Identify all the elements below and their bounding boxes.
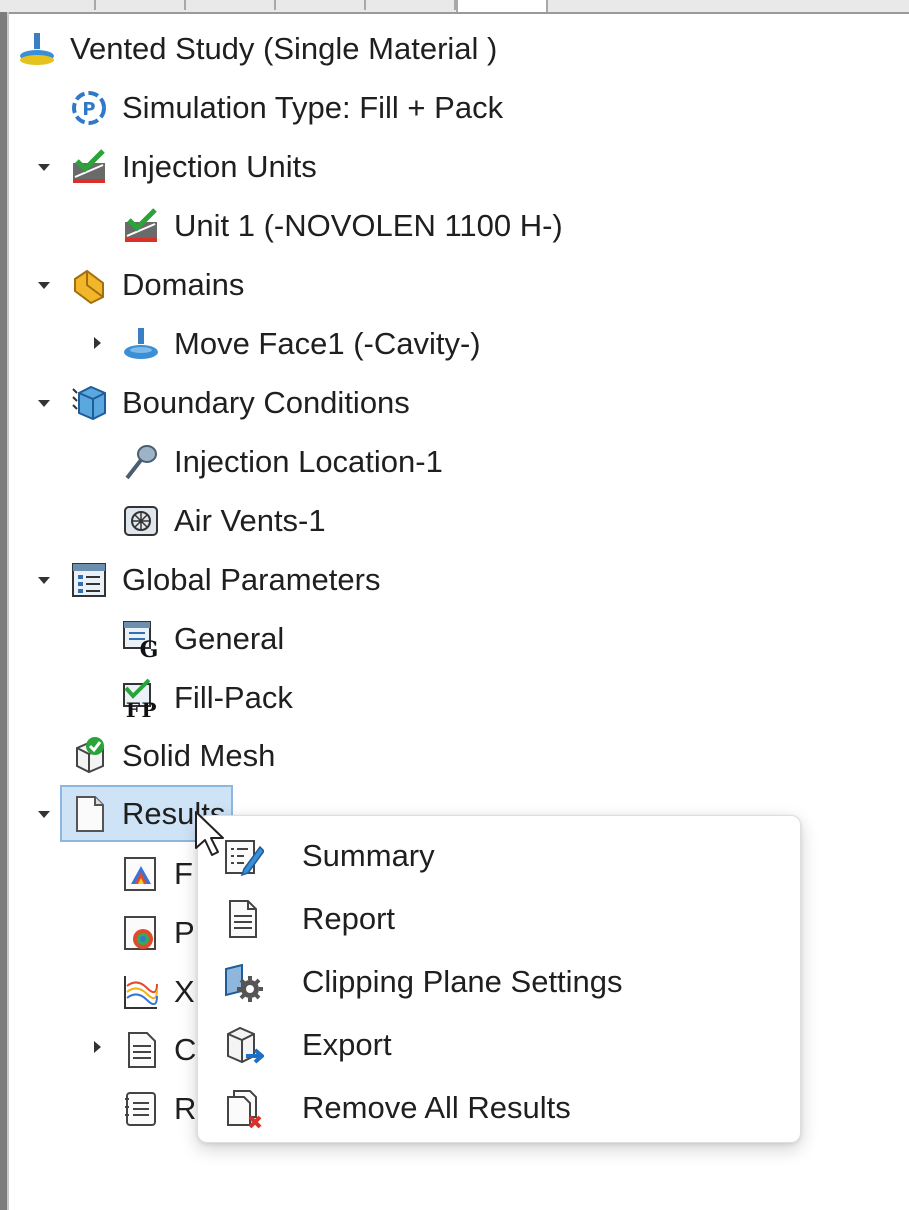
tree-item-unit1[interactable]: Unit 1 (-NOVOLEN 1100 H-) (120, 203, 563, 249)
menu-item-clipping-plane-settings[interactable]: Clipping Plane Settings (198, 954, 802, 1010)
tree-label-fill-pack: Fill-Pack (174, 680, 293, 715)
tree-label-simulation-type: Simulation Type: Fill + Pack (122, 90, 504, 125)
collapse-arrow-icon[interactable] (35, 395, 53, 413)
tree-item-injection-location[interactable]: Injection Location-1 (120, 439, 443, 485)
tree-item-result-1[interactable]: F (120, 851, 193, 897)
tree-label-general: General (174, 621, 285, 656)
tree-item-injection-units[interactable]: Injection Units (68, 144, 317, 190)
svg-text:P: P (82, 99, 95, 120)
tree-label-domains: Domains (122, 267, 245, 302)
tree-label-injection-units: Injection Units (122, 149, 317, 184)
tree-item-result-3[interactable]: X (120, 969, 195, 1015)
solid-mesh-icon (68, 735, 110, 777)
xy-plot-icon (120, 971, 162, 1013)
expand-arrow-icon[interactable] (88, 334, 106, 352)
domain-body-icon (120, 323, 162, 365)
menu-label-export: Export (302, 1027, 392, 1062)
simulation-type-icon: P (68, 87, 110, 129)
report-result-icon (120, 1088, 162, 1130)
tree-item-fill-pack[interactable]: FP Fill-Pack (120, 675, 293, 721)
svg-text:F: F (126, 698, 140, 718)
tree-item-global-parameters[interactable]: Global Parameters (68, 557, 380, 603)
tree-item-air-vents[interactable]: Air Vents-1 (120, 498, 326, 544)
svg-text:P: P (141, 698, 156, 718)
collapse-arrow-icon[interactable] (35, 572, 53, 590)
tree-label-result-5: R (174, 1091, 197, 1126)
tree-label-injection-location: Injection Location-1 (174, 444, 443, 479)
tree-label-root: Vented Study (Single Material ) (70, 31, 498, 66)
tree-label-result-1: F (174, 856, 193, 891)
expand-arrow-icon[interactable] (88, 1038, 106, 1056)
injection-units-icon (68, 146, 110, 188)
tree-label-global-parameters: Global Parameters (122, 562, 381, 597)
svg-text:G: G (140, 637, 159, 659)
study-icon (16, 28, 58, 70)
remove-results-icon (220, 1085, 266, 1131)
tree-item-result-4[interactable]: C (120, 1027, 196, 1073)
general-parameters-icon: G (120, 618, 162, 660)
pack-result-icon (120, 912, 162, 954)
fill-result-icon (120, 853, 162, 895)
menu-item-export[interactable]: Export (198, 1017, 802, 1073)
summary-icon (220, 833, 266, 879)
menu-item-summary[interactable]: Summary (198, 828, 802, 884)
clipping-plane-gear-icon (220, 959, 266, 1005)
tree-label-result-3: X (174, 974, 195, 1009)
collapse-arrow-icon[interactable] (35, 159, 53, 177)
tree-item-result-2[interactable]: P (120, 910, 195, 956)
tree-label-solid-mesh: Solid Mesh (122, 738, 276, 773)
tree-item-move-face[interactable]: Move Face1 (-Cavity-) (120, 321, 481, 367)
fill-pack-parameters-icon: FP (120, 677, 162, 719)
mouse-pointer-icon (195, 811, 224, 856)
tree-item-simulation-type[interactable]: P Simulation Type: Fill + Pack (68, 85, 503, 131)
tree-item-domains[interactable]: Domains (68, 262, 244, 308)
global-parameters-icon (68, 559, 110, 601)
collapse-arrow-icon[interactable] (35, 277, 53, 295)
menu-item-remove-all-results[interactable]: Remove All Results (198, 1080, 802, 1136)
collapse-arrow-icon[interactable] (35, 806, 53, 824)
injection-location-icon (120, 441, 162, 483)
menu-label-clipping-plane-settings: Clipping Plane Settings (302, 964, 623, 999)
tree-item-boundary-conditions[interactable]: Boundary Conditions (68, 380, 410, 426)
tree-label-result-4: C (174, 1032, 197, 1067)
tree-label-air-vents: Air Vents-1 (174, 503, 326, 538)
document-result-icon (120, 1029, 162, 1071)
tree-item-result-5[interactable]: R (120, 1086, 196, 1132)
injection-unit-icon (120, 205, 162, 247)
air-vents-icon (120, 500, 162, 542)
export-icon (220, 1022, 266, 1068)
tree-label-move-face: Move Face1 (-Cavity-) (174, 326, 481, 361)
domains-icon (68, 264, 110, 306)
tree-label-result-2: P (174, 915, 195, 950)
results-folder-icon (68, 793, 110, 835)
tree-label-boundary-conditions: Boundary Conditions (122, 385, 410, 420)
results-context-menu: Summary Report Clipping Plane Settings E… (197, 815, 801, 1143)
menu-label-summary: Summary (302, 838, 435, 873)
tree-item-root[interactable]: Vented Study (Single Material ) (16, 26, 497, 72)
boundary-conditions-icon (68, 382, 110, 424)
menu-item-report[interactable]: Report (198, 891, 802, 947)
tree-item-solid-mesh[interactable]: Solid Mesh (68, 733, 275, 779)
tree-label-unit1: Unit 1 (-NOVOLEN 1100 H-) (174, 208, 563, 243)
report-icon (220, 896, 266, 942)
tree-item-general[interactable]: G General (120, 616, 284, 662)
menu-label-remove-all-results: Remove All Results (302, 1090, 571, 1125)
menu-label-report: Report (302, 901, 396, 936)
